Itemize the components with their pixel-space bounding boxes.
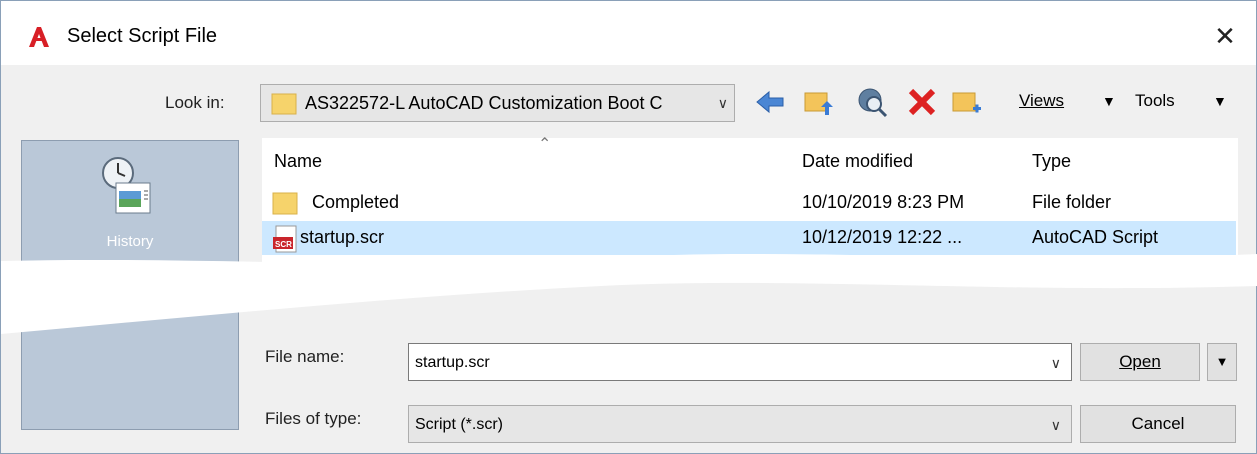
- file-name-value: startup.scr: [415, 354, 490, 371]
- chevron-down-icon[interactable]: ∨: [1051, 355, 1061, 372]
- views-menu[interactable]: Views: [1019, 91, 1064, 111]
- open-button[interactable]: Open: [1080, 343, 1200, 381]
- history-icon: [102, 157, 151, 214]
- file-name: Completed: [312, 192, 400, 212]
- look-in-label: Look in:: [165, 93, 225, 112]
- file-name-label: File name:: [265, 347, 345, 366]
- tools-menu[interactable]: Tools: [1135, 91, 1175, 111]
- chevron-down-icon: ∨: [1050, 417, 1061, 433]
- column-header-name[interactable]: Name: [274, 151, 322, 172]
- file-date: 10/12/2019 12:22 ...: [802, 227, 963, 247]
- look-in-value: AS322572-L AutoCAD Customization Boot C: [305, 93, 663, 113]
- files-of-type-dropdown[interactable]: Script (*.scr) ∨: [408, 405, 1072, 443]
- files-of-type-label: Files of type:: [265, 409, 362, 428]
- cancel-label: Cancel: [1131, 414, 1185, 433]
- file-date: 10/10/2019 8:23 PM: [802, 192, 965, 212]
- new-folder-icon[interactable]: [949, 85, 983, 119]
- up-folder-icon[interactable]: [801, 85, 835, 119]
- file-type: AutoCAD Script: [1032, 227, 1159, 247]
- folder-icon: [272, 192, 298, 215]
- file-name-input[interactable]: startup.scr ∨: [408, 343, 1072, 381]
- file-type: File folder: [1032, 192, 1112, 212]
- window-title: Select Script File: [67, 25, 218, 47]
- file-name: startup.scr: [300, 227, 385, 247]
- delete-icon[interactable]: [905, 85, 939, 119]
- select-script-dialog: Select Script File ✕ Look in: AS322572-L…: [0, 0, 1257, 454]
- folder-icon: [271, 93, 297, 115]
- autocad-app-icon: [29, 27, 49, 47]
- cancel-button[interactable]: Cancel: [1080, 405, 1236, 443]
- title-bar: Select Script File ✕: [1, 1, 1256, 65]
- chevron-down-icon: ∨: [717, 95, 728, 111]
- column-header-date[interactable]: Date modified: [802, 151, 913, 172]
- sort-ascending-icon: ⌃: [538, 136, 552, 153]
- search-web-icon[interactable]: [855, 85, 889, 119]
- open-label: Open: [1119, 352, 1161, 371]
- tools-dropdown-icon[interactable]: ▼: [1213, 93, 1227, 109]
- views-dropdown-icon[interactable]: ▼: [1102, 93, 1116, 109]
- column-header-type[interactable]: Type: [1032, 151, 1071, 172]
- torn-edge-decoration: [1, 254, 1257, 334]
- close-icon: ✕: [1214, 21, 1236, 51]
- list-item[interactable]: Completed 10/10/2019 8:23 PM File folder: [262, 186, 1236, 220]
- look-in-dropdown[interactable]: AS322572-L AutoCAD Customization Boot C …: [260, 84, 735, 122]
- caret-down-icon: ▼: [1215, 354, 1229, 369]
- close-button[interactable]: ✕: [1208, 19, 1242, 53]
- back-icon[interactable]: [753, 85, 787, 119]
- views-label: Views: [1019, 91, 1065, 110]
- open-options-button[interactable]: ▼: [1207, 343, 1237, 381]
- files-of-type-value: Script (*.scr): [415, 416, 503, 433]
